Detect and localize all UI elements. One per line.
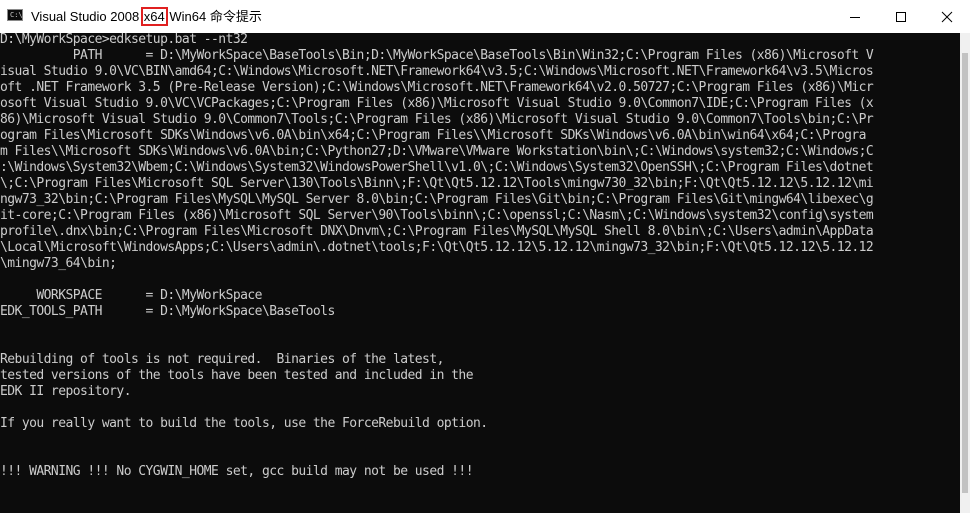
console-line: !!! WARNING !!! No CYGWIN_HOME set, gcc … [0, 464, 474, 479]
console-text: D:\MyWorkSpace>edksetup.bat --nt32 PATH … [0, 33, 874, 513]
close-button[interactable] [924, 0, 970, 33]
title-bar[interactable]: C:\ Visual Studio 2008 x64 Win64 命令提示 [0, 0, 970, 33]
console-line: WORKSPACE = D:\MyWorkSpace [0, 288, 262, 303]
console-line: Rebuilding of tools is not required. Bin… [0, 352, 444, 367]
window-title: Visual Studio 2008 x64 Win64 命令提示 [31, 7, 262, 27]
console-line: osoft Visual Studio 9.0\VC\VCPackages;C:… [0, 96, 874, 111]
window-title-prefix: Visual Studio 2008 [31, 9, 143, 24]
console-line: profile\.dnx\bin;C:\Program Files\Micros… [0, 224, 874, 239]
maximize-button[interactable] [878, 0, 924, 33]
vertical-scrollbar[interactable] [960, 33, 970, 513]
console-line: EDK II repository. [0, 384, 132, 399]
console-line: D:\MyWorkSpace>edksetup.bat --nt32 [0, 33, 248, 47]
console-line: m Files\\Microsoft SDKs\Windows\v6.0A\bi… [0, 144, 874, 159]
cmd-console-icon[interactable]: C:\ [7, 9, 23, 21]
console-line: If you really want to build the tools, u… [0, 416, 488, 431]
console-line: :\Windows\System32\Wbem;C:\Windows\Syste… [0, 160, 874, 175]
window-title-suffix: Win64 命令提示 [165, 9, 262, 24]
console-line: oft .NET Framework 3.5 (Pre-Release Vers… [0, 80, 874, 95]
minimize-button[interactable] [832, 0, 878, 33]
console-line: ngw73_32\bin;C:\Program Files\MySQL\MySQ… [0, 192, 874, 207]
window-title-highlight: x64 [140, 7, 168, 26]
console-line: tested versions of the tools have been t… [0, 368, 474, 383]
console-line: \;C:\Program Files\Microsoft SQL Server\… [0, 176, 874, 191]
console-line: ogram Files\Microsoft SDKs\Windows\v6.0A… [0, 128, 866, 143]
console-line: PATH = D:\MyWorkSpace\BaseTools\Bin;D:\M… [0, 48, 874, 63]
console-line: \Local\Microsoft\WindowsApps;C:\Users\ad… [0, 240, 874, 255]
scrollbar-thumb[interactable] [962, 53, 968, 493]
console-output-area[interactable]: D:\MyWorkSpace>edksetup.bat --nt32 PATH … [0, 33, 960, 513]
app-icon-glyph: C:\ [10, 11, 23, 19]
minimize-icon [850, 17, 860, 18]
console-line: EDK_TOOLS_PATH = D:\MyWorkSpace\BaseTool… [0, 304, 335, 319]
close-icon [941, 11, 953, 23]
console-line: it-core;C:\Program Files (x86)\Microsoft… [0, 208, 874, 223]
maximize-icon [896, 12, 906, 22]
console-line: 86)\Microsoft Visual Studio 9.0\Common7\… [0, 112, 874, 127]
console-line: \mingw73_64\bin; [0, 256, 117, 271]
console-line: isual Studio 9.0\VC\BIN\amd64;C:\Windows… [0, 64, 874, 79]
